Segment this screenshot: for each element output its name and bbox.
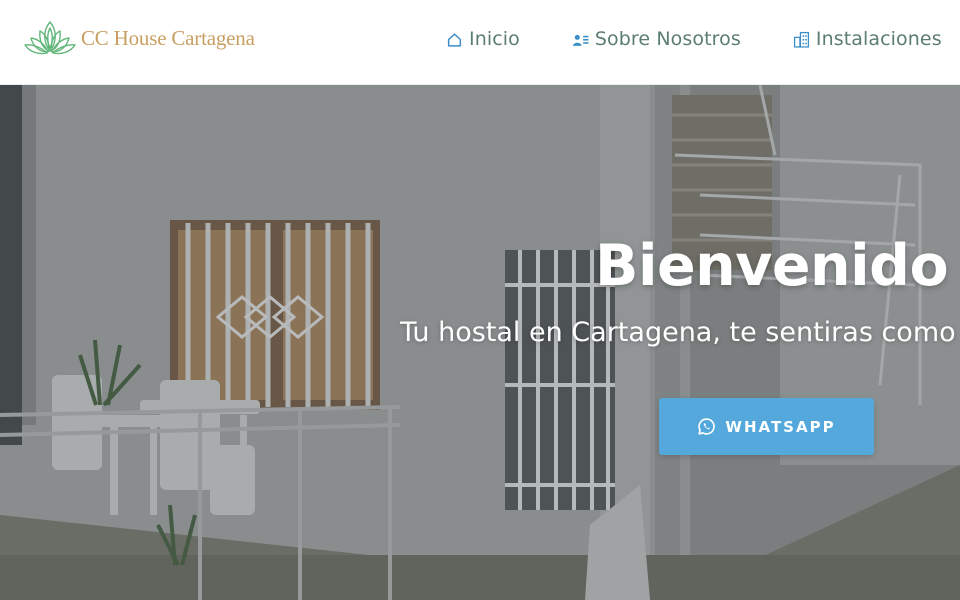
hero-section: Bienvenido Tu hostal en Cartagena, te se…	[0, 85, 960, 600]
brand-logo-link[interactable]: CC House Cartagena	[22, 18, 255, 58]
brand-name: CC House Cartagena	[81, 25, 255, 50]
nav-item-inicio[interactable]: Inicio	[446, 28, 520, 50]
site-header: CC House Cartagena Inicio Sobre Nosotros	[0, 0, 960, 85]
hero-subtitle: Tu hostal en Cartagena, te sentiras como…	[400, 317, 960, 348]
whatsapp-button-label: WHATSAPP	[725, 417, 836, 436]
main-navigation: Inicio Sobre Nosotros Instalaciones	[446, 24, 960, 54]
whatsapp-icon	[698, 418, 716, 435]
nav-item-label: Instalaciones	[815, 28, 942, 50]
nav-item-label: Sobre Nosotros	[594, 28, 741, 50]
home-icon	[447, 32, 462, 47]
whatsapp-button[interactable]: WHATSAPP	[659, 398, 874, 455]
hero-title: Bienvenido	[595, 233, 949, 299]
nav-item-instalaciones[interactable]: Instalaciones	[793, 28, 942, 50]
user-card-icon	[572, 34, 589, 46]
nav-item-sobre-nosotros[interactable]: Sobre Nosotros	[572, 28, 741, 50]
building-icon	[793, 31, 809, 48]
nav-item-label: Inicio	[469, 28, 520, 50]
lotus-icon	[24, 21, 76, 55]
